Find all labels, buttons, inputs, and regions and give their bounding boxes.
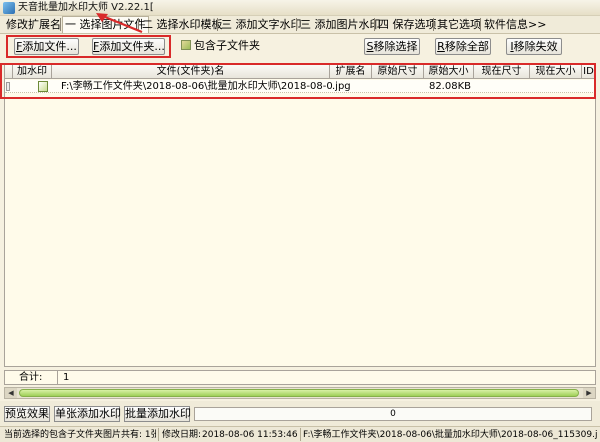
batch-watermark-button[interactable]: 批量添加水印 (124, 406, 191, 422)
table-row[interactable]: F:\李畅工作文件夹\2018-08-06\批量加水印大师\2018-08-06… (5, 80, 595, 93)
tab-save-options[interactable]: 四 保存选项 (376, 17, 439, 32)
scrollbar-thumb[interactable] (19, 389, 579, 397)
select-images-panel: F添加文件... F添加文件夹... 包含子文件夹 S移除选择 R移除全部 I移… (0, 33, 600, 401)
total-count: 1 (63, 372, 70, 383)
tab-separator (433, 18, 434, 31)
status-mod-date-label: 修改日期: (162, 430, 200, 440)
title-bar: 天音批量加水印大师 V2.22.1[ (0, 0, 600, 16)
tab-separator (138, 18, 139, 31)
remove-failed-button[interactable]: I移除失效 (506, 38, 562, 55)
status-image-count: 当前选择的包含子文件夹图片共有: 1张 (4, 430, 156, 440)
single-watermark-button[interactable]: 单张添加水印 (54, 406, 121, 422)
app-icon (3, 2, 15, 14)
total-label: 合计: (19, 372, 43, 383)
progress-bar: 0 (194, 407, 592, 421)
tab-separator (60, 18, 61, 31)
tab-image-watermark[interactable]: 三 添加图片水印 (298, 17, 383, 32)
cell-current-dimensions (474, 80, 530, 93)
preview-button[interactable]: 预览效果 (4, 406, 50, 422)
watermark-checkbox-icon[interactable] (38, 81, 48, 92)
col-header-filename[interactable]: 文件(文件夹)名 (52, 65, 330, 78)
add-file-button[interactable]: F添加文件... (14, 38, 79, 55)
col-header-extension[interactable]: 扩展名 (330, 65, 372, 78)
total-bar: 合计: 1 (4, 370, 596, 385)
status-divider (300, 428, 301, 441)
tab-separator (296, 18, 297, 31)
col-header-current-dimensions[interactable]: 现在尺寸 (474, 65, 530, 78)
scroll-right-icon[interactable]: ▶ (583, 388, 595, 398)
tab-separator (480, 18, 481, 31)
add-file-label: 添加文件... (22, 40, 77, 53)
cell-filename: F:\李畅工作文件夹\2018-08-06\批量加水印大师\2018-08-06… (61, 81, 333, 92)
include-subfolders-label: 包含子文件夹 (194, 39, 260, 52)
tab-software-info[interactable]: 软件信息>> (482, 17, 548, 32)
status-divider (158, 428, 159, 441)
status-mod-date: 2018-08-06 11:53:46 (202, 430, 298, 440)
horizontal-scrollbar[interactable]: ◀ ▶ (4, 387, 596, 399)
remove-all-hotkey: R (437, 40, 445, 53)
tab-separator (217, 18, 218, 31)
status-bar: 当前选择的包含子文件夹图片共有: 1张 修改日期: 2018-08-06 11:… (0, 426, 600, 442)
scroll-left-icon[interactable]: ◀ (5, 388, 17, 398)
checkbox-icon (181, 40, 191, 50)
tab-separator (374, 18, 375, 31)
remove-failed-label: 移除失效 (513, 40, 558, 53)
tab-select-images[interactable]: 一 选择图片文件 (62, 16, 149, 33)
total-divider (57, 371, 58, 384)
col-header-original-dimensions[interactable]: 原始尺寸 (372, 65, 424, 78)
col-header-watermark[interactable]: 加水印 (13, 65, 52, 78)
include-subfolders-checkbox[interactable]: 包含子文件夹 (181, 39, 260, 53)
grid-header-corner (5, 65, 13, 78)
tab-other-options[interactable]: 其它选项 (435, 17, 483, 32)
remove-all-label: 移除全部 (444, 40, 489, 53)
remove-selected-label: 移除选择 (373, 40, 418, 53)
tab-text-watermark[interactable]: 三 添加文字水印 (219, 17, 304, 32)
col-header-id[interactable]: ID (582, 65, 595, 78)
tab-bar: 修改扩展名 一 选择图片文件 二 选择水印模板 三 添加文字水印 三 添加图片水… (0, 16, 600, 33)
remove-selected-button[interactable]: S移除选择 (364, 38, 420, 55)
action-bar: 预览效果 单张添加水印 批量添加水印 0 (0, 403, 600, 425)
status-file-path: F:\李畅工作文件夹\2018-08-06\批量加水印大师\2018-08-06… (303, 430, 598, 440)
col-header-original-size[interactable]: 原始大小 (424, 65, 474, 78)
file-list-grid[interactable]: 加水印 文件(文件夹)名 扩展名 原始尺寸 原始大小 现在尺寸 现在大小 ID … (4, 64, 596, 367)
add-folder-label: 添加文件夹... (99, 40, 165, 53)
cell-extension: .jpg (332, 81, 351, 92)
progress-text: 0 (390, 409, 396, 419)
tab-watermark-template[interactable]: 二 选择水印模板 (140, 17, 225, 32)
row-marker (6, 82, 10, 91)
cell-current-size (530, 80, 582, 93)
tab-rename-extension[interactable]: 修改扩展名 (4, 17, 63, 32)
remove-all-button[interactable]: R移除全部 (435, 38, 491, 55)
add-folder-button[interactable]: F添加文件夹... (92, 38, 165, 55)
window-title: 天音批量加水印大师 V2.22.1[ (18, 2, 154, 13)
col-header-current-size[interactable]: 现在大小 (530, 65, 582, 78)
grid-header: 加水印 文件(文件夹)名 扩展名 原始尺寸 原始大小 现在尺寸 现在大小 ID (5, 65, 595, 79)
cell-original-size: 82.08KB (428, 81, 471, 92)
